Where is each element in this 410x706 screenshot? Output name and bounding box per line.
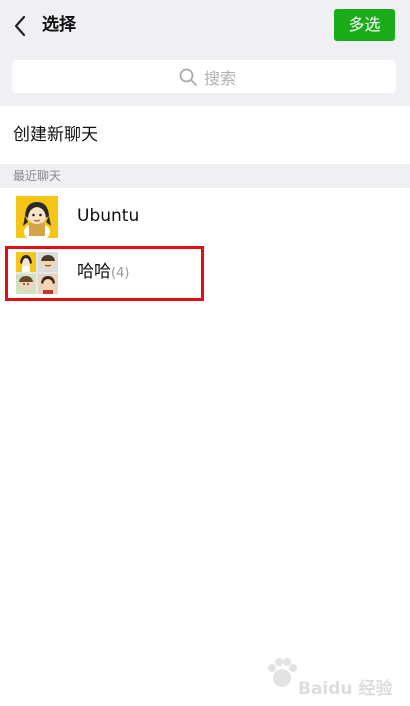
page-title: 选择 <box>42 15 76 35</box>
avatar <box>16 196 58 238</box>
baidu-watermark: Baidu 经验 <box>262 654 393 699</box>
create-new-chat-label: 创建新聊天 <box>13 125 98 145</box>
chat-name: 哈哈(4) <box>77 260 129 286</box>
multi-select-button[interactable]: 多选 <box>334 9 395 41</box>
search-area: 搜索 <box>0 52 410 106</box>
member-count: (4) <box>111 266 130 281</box>
screen: 选择 多选 搜索 创建新聊天 最近聊天 Ubuntu 哈哈(4) Baidu 经… <box>0 0 410 706</box>
header-bar: 选择 多选 <box>0 0 410 52</box>
back-button[interactable] <box>8 12 34 40</box>
recent-chats-label: 最近聊天 <box>13 169 62 183</box>
search-placeholder: 搜索 <box>204 68 237 88</box>
chat-name-text: 哈哈 <box>77 262 111 282</box>
chat-name: Ubuntu <box>77 204 139 228</box>
search-input[interactable]: 搜索 <box>12 60 396 93</box>
chat-name-text: Ubuntu <box>77 206 140 226</box>
chat-item-haha[interactable]: 哈哈(4) <box>0 244 410 300</box>
recent-chats-header: 最近聊天 <box>0 164 410 188</box>
search-icon <box>179 68 197 86</box>
watermark-text: Baidu 经验 <box>298 679 393 699</box>
chat-item-ubuntu[interactable]: Ubuntu <box>0 188 410 244</box>
create-new-chat-item[interactable]: 创建新聊天 <box>0 106 410 164</box>
group-avatar <box>16 252 58 294</box>
chevron-left-icon <box>14 15 26 37</box>
